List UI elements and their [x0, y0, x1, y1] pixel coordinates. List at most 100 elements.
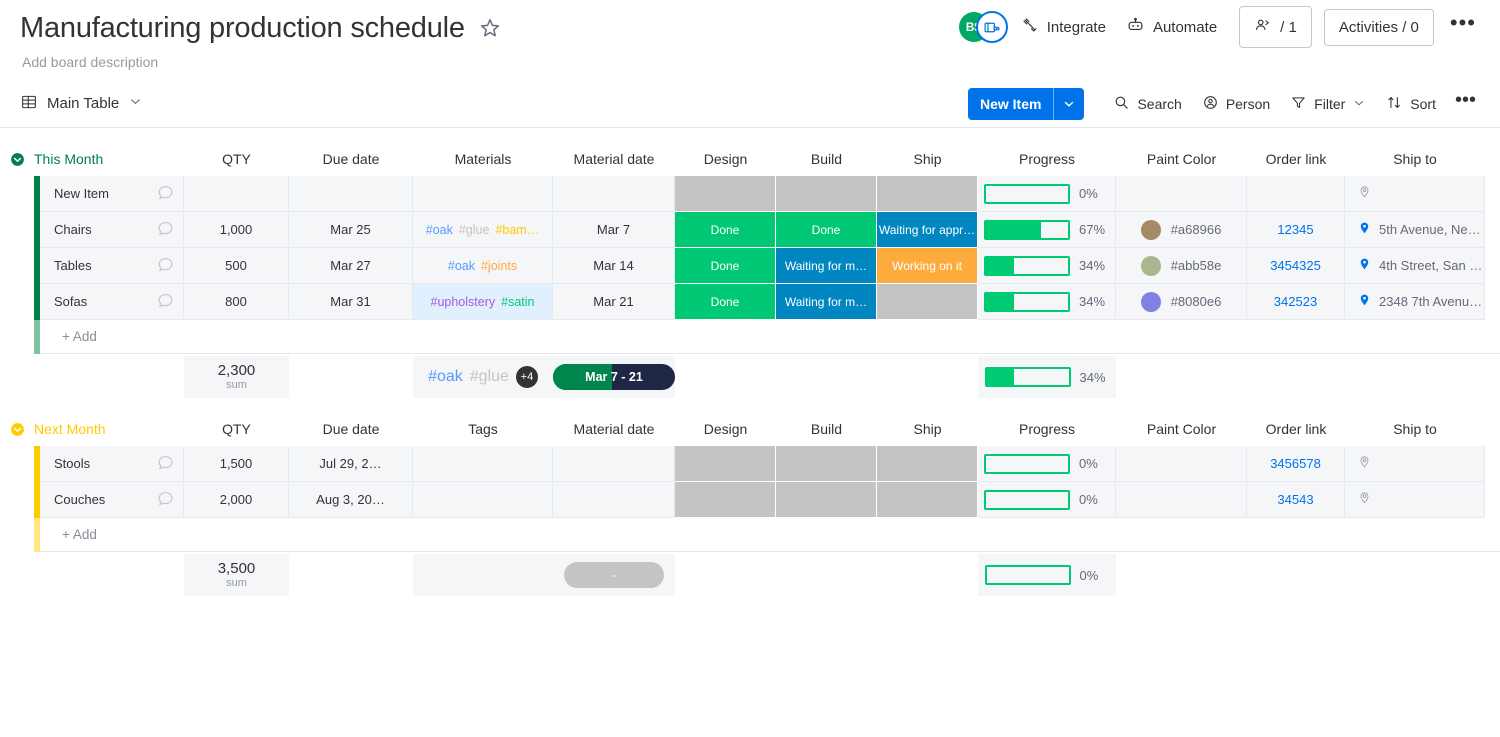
- cell-materials[interactable]: #upholstery #satin: [413, 284, 553, 320]
- column-header-ship-to[interactable]: Ship to: [1345, 412, 1485, 446]
- cell-status-ship[interactable]: [877, 284, 978, 320]
- cell-order-link[interactable]: 342523: [1247, 284, 1345, 320]
- column-header-material-date[interactable]: Material date: [553, 412, 675, 446]
- cell-qty[interactable]: 2,000: [184, 482, 289, 518]
- cell-status-ship[interactable]: Working on it: [877, 248, 978, 284]
- cell-ship-to[interactable]: 4th Street, San …: [1345, 248, 1485, 284]
- add-item-button[interactable]: + Add: [40, 518, 1500, 552]
- cell-order-link[interactable]: 12345: [1247, 212, 1345, 248]
- column-header-ship[interactable]: Ship: [877, 142, 978, 176]
- tag[interactable]: #joints: [481, 259, 517, 273]
- group-collapse-toggle[interactable]: [0, 412, 34, 446]
- cell-progress[interactable]: 0%: [978, 176, 1116, 212]
- cell-qty[interactable]: [184, 176, 289, 212]
- chat-icon[interactable]: [156, 291, 175, 313]
- board-description[interactable]: Add board description: [22, 54, 1480, 70]
- cell-material-date[interactable]: [553, 446, 675, 482]
- tab-main-table[interactable]: Main Table: [20, 93, 143, 115]
- cell-status-design[interactable]: [675, 482, 776, 518]
- tag[interactable]: #bam…: [495, 223, 539, 237]
- cell-status-build[interactable]: Done: [776, 212, 877, 248]
- cell-materials[interactable]: #oak #joints: [413, 248, 553, 284]
- cell-status-design[interactable]: Done: [675, 212, 776, 248]
- cell-materials[interactable]: [413, 176, 553, 212]
- column-header-ship-to[interactable]: Ship to: [1345, 142, 1485, 176]
- sort-button[interactable]: Sort: [1377, 87, 1445, 121]
- activities-button[interactable]: Activities / 0: [1323, 8, 1434, 46]
- filter-button[interactable]: Filter: [1281, 87, 1375, 121]
- column-header-order-link[interactable]: Order link: [1247, 412, 1345, 446]
- cell-ship-to[interactable]: 5th Avenue, Ne…: [1345, 212, 1485, 248]
- board-members-button[interactable]: / 1: [1239, 6, 1312, 48]
- new-item-button[interactable]: New Item: [967, 88, 1085, 120]
- chat-icon[interactable]: [156, 219, 175, 241]
- cell-due-date[interactable]: Mar 31: [289, 284, 413, 320]
- column-header-order-link[interactable]: Order link: [1247, 142, 1345, 176]
- cell-order-link[interactable]: 3454325: [1247, 248, 1345, 284]
- cell-qty[interactable]: 1,000: [184, 212, 289, 248]
- cell-ship-to[interactable]: [1345, 176, 1485, 212]
- summary-tag-overflow[interactable]: +4: [515, 366, 538, 388]
- cell-ship-to[interactable]: 2348 7th Avenu…: [1345, 284, 1485, 320]
- cell-progress[interactable]: 0%: [978, 446, 1116, 482]
- cell-paint-color[interactable]: #a68966: [1116, 212, 1247, 248]
- column-header-progress[interactable]: Progress: [978, 412, 1116, 446]
- board-view-icon[interactable]: [975, 11, 1008, 43]
- column-header-progress[interactable]: Progress: [978, 142, 1116, 176]
- row-name-cell[interactable]: Couches: [40, 482, 184, 518]
- cell-status-design[interactable]: [675, 176, 776, 212]
- cell-status-build[interactable]: [776, 176, 877, 212]
- table-row[interactable]: Stools 1,500 Jul 29, 2… 0% 3456578: [0, 446, 1500, 482]
- chat-icon[interactable]: [156, 255, 175, 277]
- cell-status-design[interactable]: [675, 446, 776, 482]
- add-item-button[interactable]: + Add: [40, 320, 1500, 354]
- summary-qty[interactable]: 2,300 sum: [184, 356, 289, 398]
- toolbar-more-menu[interactable]: •••: [1447, 90, 1484, 113]
- column-header-qty[interactable]: QTY: [184, 142, 289, 176]
- integrate-button[interactable]: Integrate: [1011, 9, 1116, 45]
- column-header-ship[interactable]: Ship: [877, 412, 978, 446]
- cell-material-date[interactable]: Mar 21: [553, 284, 675, 320]
- automate-button[interactable]: Automate: [1116, 9, 1227, 46]
- group-title[interactable]: This Month: [34, 142, 184, 176]
- person-filter-button[interactable]: Person: [1193, 87, 1279, 121]
- cell-materials[interactable]: [413, 482, 553, 518]
- tag[interactable]: #satin: [501, 295, 534, 309]
- chat-icon[interactable]: [156, 453, 175, 475]
- cell-material-date[interactable]: Mar 14: [553, 248, 675, 284]
- cell-qty[interactable]: 1,500: [184, 446, 289, 482]
- chat-icon[interactable]: [156, 183, 175, 205]
- cell-due-date[interactable]: Jul 29, 2…: [289, 446, 413, 482]
- cell-qty[interactable]: 500: [184, 248, 289, 284]
- cell-progress[interactable]: 0%: [978, 482, 1116, 518]
- search-button[interactable]: Search: [1104, 87, 1190, 121]
- row-name-cell[interactable]: Stools: [40, 446, 184, 482]
- filter-chevron-down-icon[interactable]: [1352, 96, 1366, 113]
- group-title[interactable]: Next Month: [34, 412, 184, 446]
- cell-paint-color[interactable]: #abb58e: [1116, 248, 1247, 284]
- column-header-due-date[interactable]: Due date: [289, 412, 413, 446]
- row-name-cell[interactable]: Sofas: [40, 284, 184, 320]
- column-header-due-date[interactable]: Due date: [289, 142, 413, 176]
- cell-status-build[interactable]: Waiting for m…: [776, 284, 877, 320]
- cell-status-design[interactable]: Done: [675, 284, 776, 320]
- column-header-build[interactable]: Build: [776, 412, 877, 446]
- cell-due-date[interactable]: Mar 27: [289, 248, 413, 284]
- group-collapse-toggle[interactable]: [0, 142, 34, 176]
- cell-material-date[interactable]: [553, 176, 675, 212]
- column-header-materials[interactable]: Materials: [413, 142, 553, 176]
- cell-progress[interactable]: 67%: [978, 212, 1116, 248]
- cell-progress[interactable]: 34%: [978, 284, 1116, 320]
- board-more-menu[interactable]: •••: [1440, 12, 1486, 39]
- cell-order-link[interactable]: 34543: [1247, 482, 1345, 518]
- summary-qty[interactable]: 3,500 sum: [184, 554, 289, 596]
- cell-due-date[interactable]: Mar 25: [289, 212, 413, 248]
- row-name-cell[interactable]: Chairs: [40, 212, 184, 248]
- column-header-build[interactable]: Build: [776, 142, 877, 176]
- cell-progress[interactable]: 34%: [978, 248, 1116, 284]
- chat-icon[interactable]: [156, 489, 175, 511]
- tag[interactable]: #oak: [426, 223, 453, 237]
- cell-order-link[interactable]: [1247, 176, 1345, 212]
- cell-qty[interactable]: 800: [184, 284, 289, 320]
- column-header-paint-color[interactable]: Paint Color: [1116, 412, 1247, 446]
